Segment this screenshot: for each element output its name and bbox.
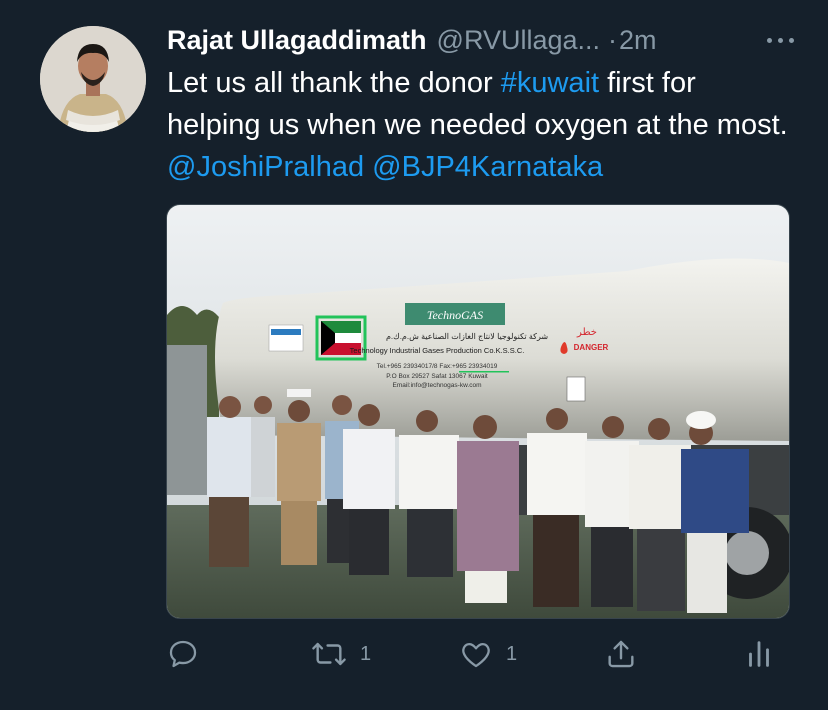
tank-address: P.O Box 29527 Safat 13067 Kuwait	[386, 373, 488, 380]
analytics-icon	[744, 637, 774, 671]
retweet-button[interactable]: 1	[310, 634, 371, 674]
retweet-count: 1	[360, 642, 372, 665]
reply-icon	[166, 637, 200, 671]
share-button[interactable]	[604, 634, 638, 674]
author-name[interactable]: Rajat Ullagaddimath	[167, 25, 427, 56]
like-icon	[458, 637, 494, 671]
more-icon[interactable]	[764, 26, 804, 54]
separator-dot: ·	[608, 24, 618, 55]
tank-brand: TechnoGAS	[427, 308, 483, 322]
author-handle[interactable]: @RVUllaga...	[437, 25, 600, 56]
hashtag-link[interactable]: #kuwait	[501, 67, 599, 99]
timestamp[interactable]: 2m	[619, 25, 657, 56]
analytics-button[interactable]	[744, 634, 774, 674]
tank-contact: Tel.+965 23934017/8 Fax:+965 23934019	[377, 363, 498, 370]
like-count: 1	[506, 642, 518, 665]
mention-link[interactable]: @BJP4Karnataka	[372, 151, 603, 183]
mention-link[interactable]: @JoshiPralhad	[167, 151, 364, 183]
tweet-photo[interactable]: TechnoGAS شركة تكنولوجيا لانتاج الغازات …	[166, 204, 790, 619]
like-button[interactable]: 1	[458, 634, 517, 674]
text-segment: Let us all thank the donor	[167, 67, 501, 99]
tweet-header: Rajat Ullagaddimath @RVUllaga... · 2m	[167, 18, 808, 62]
share-icon	[604, 637, 638, 671]
tank-company: Technology Industrial Gases Production C…	[350, 346, 525, 355]
danger-arabic: خطر	[576, 327, 597, 338]
reply-button[interactable]	[166, 634, 212, 674]
tank-arabic-text: شركة تكنولوجيا لانتاج الغازات الصناعية ش…	[386, 332, 548, 341]
text-segment	[364, 151, 372, 183]
danger-label: DANGER	[574, 343, 609, 352]
tank-email: Email:info@technogas-kw.com	[393, 382, 482, 389]
tweet-text: Let us all thank the donor #kuwait first…	[167, 62, 792, 188]
avatar[interactable]	[40, 26, 146, 132]
retweet-icon	[310, 637, 348, 671]
tweet-actions: 1 1	[166, 634, 788, 674]
tweet-card[interactable]: Rajat Ullagaddimath @RVUllaga... · 2m Le…	[0, 0, 828, 710]
